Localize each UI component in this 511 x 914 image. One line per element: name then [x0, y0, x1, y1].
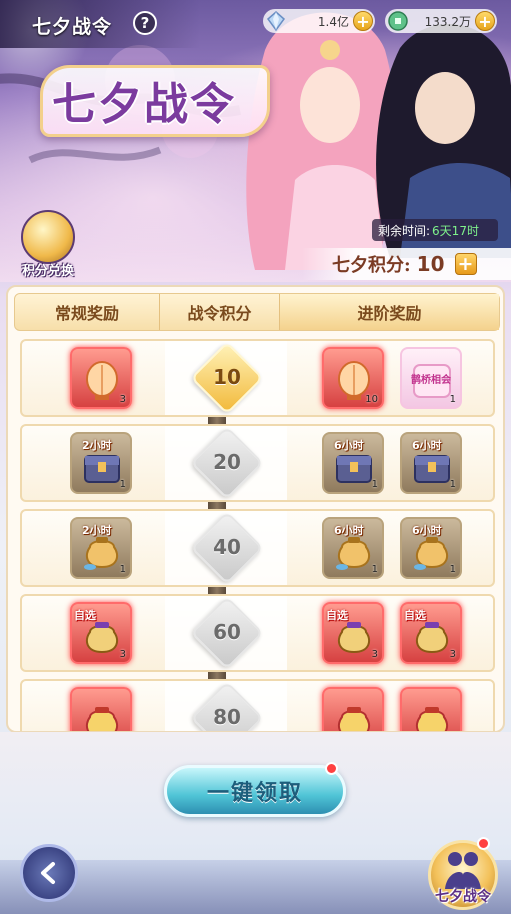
- back-arrow-icon: [41, 862, 55, 884]
- advanced-reward-item[interactable]: 6小时 1: [400, 517, 462, 579]
- item-tag: 自选: [404, 609, 426, 622]
- item-tag: 6小时: [412, 439, 442, 452]
- item-tag: 6小时: [412, 524, 442, 537]
- reward-row: 10 3 10 鹊桥相会 1: [20, 339, 495, 417]
- advanced-reward-item[interactable]: 10: [322, 347, 384, 409]
- item-count: 3: [371, 649, 378, 660]
- add-points-button[interactable]: +: [454, 253, 477, 275]
- points-display: 七夕积分: 10 +: [302, 248, 511, 280]
- item-count: 1: [371, 479, 378, 490]
- column-normal-rewards: 常规奖励: [15, 294, 160, 330]
- currency-diamond: 1.4亿 +: [263, 9, 375, 33]
- item-count: 1: [449, 394, 456, 405]
- red-bag-icon: [85, 707, 119, 731]
- reward-row: 20 2小时 1 6小时 1 6小时 1: [20, 424, 495, 502]
- advanced-reward-item[interactable]: 6小时 1: [322, 517, 384, 579]
- advanced-reward-item[interactable]: 鹊桥相会 1: [400, 347, 462, 409]
- item-count: 10: [365, 394, 378, 405]
- item-count: 1: [371, 564, 378, 575]
- item-tag: 2小时: [82, 439, 112, 452]
- currency-value: 133.2万: [424, 14, 471, 29]
- normal-reward-item[interactable]: [70, 687, 132, 731]
- column-level-points: 战令积分: [160, 294, 280, 330]
- item-name: 鹊桥相会: [411, 375, 451, 386]
- exchange-shop-icon: [21, 210, 75, 264]
- column-header: 常规奖励 战令积分 进阶奖励: [14, 293, 500, 331]
- currency-value: 1.4亿: [317, 14, 349, 29]
- remaining-time: 剩余时间: 6天17时: [372, 219, 498, 241]
- item-tag: 自选: [326, 609, 348, 622]
- item-count: 3: [449, 649, 456, 660]
- help-button[interactable]: ?: [133, 11, 157, 35]
- item-count: 3: [119, 394, 126, 405]
- diamond-icon: [266, 11, 286, 32]
- page-title: 七夕战令: [32, 16, 113, 38]
- reward-panel: 常规奖励 战令积分 进阶奖励 10 3 10 鹊桥相会 1 20 2小时 1 6小时 1 6小时 1…: [6, 285, 505, 733]
- notification-dot: [477, 837, 490, 850]
- normal-reward-item[interactable]: 2小时 1: [70, 432, 132, 494]
- item-count: 1: [119, 479, 126, 490]
- time-label: 剩余时间:: [378, 223, 431, 238]
- level-value: 60: [213, 620, 241, 644]
- reward-row: 60 自选 3 自选 3 自选 3: [20, 594, 495, 672]
- item-tag: 2小时: [82, 524, 112, 537]
- normal-reward-item[interactable]: 3: [70, 347, 132, 409]
- item-count: 1: [449, 564, 456, 575]
- reward-row: 80: [20, 679, 495, 731]
- advanced-reward-item[interactable]: [322, 687, 384, 731]
- column-advanced-rewards: 进阶奖励: [280, 294, 499, 330]
- reward-row: 40 2小时 1 6小时 1 6小时 1: [20, 509, 495, 587]
- normal-reward-item[interactable]: 自选 3: [70, 602, 132, 664]
- item-tag: 6小时: [334, 524, 364, 537]
- notification-dot: [325, 762, 338, 775]
- event-logo: 七夕战令: [52, 79, 236, 130]
- claim-all-label: 一键领取: [206, 780, 303, 806]
- level-value: 20: [213, 450, 241, 474]
- advanced-reward-item[interactable]: 自选 3: [400, 602, 462, 664]
- advanced-reward-item[interactable]: [400, 687, 462, 731]
- advanced-reward-item[interactable]: 6小时 1: [322, 432, 384, 494]
- exchange-label: 积分兑换: [21, 264, 74, 279]
- advanced-reward-item[interactable]: 6小时 1: [400, 432, 462, 494]
- points-value: 10: [416, 252, 445, 276]
- points-exchange-button[interactable]: 积分兑换: [18, 210, 78, 280]
- lantern-icon: [86, 361, 118, 400]
- red-bag-icon: [337, 707, 371, 731]
- item-count: 1: [449, 479, 456, 490]
- normal-reward-item[interactable]: 2小时 1: [70, 517, 132, 579]
- back-button[interactable]: [20, 844, 78, 902]
- jade-coin-icon: [388, 11, 408, 31]
- advanced-reward-item[interactable]: 自选 3: [322, 602, 384, 664]
- level-value: 10: [213, 365, 241, 389]
- red-bag-icon: [415, 707, 449, 731]
- event-banner: 七夕战令 ? 1.4亿 + 133.2万 + 七夕战令 积分兑换 剩余时间: 6…: [0, 0, 511, 282]
- claim-all-button[interactable]: 一键领取: [164, 765, 346, 817]
- item-tag: 自选: [74, 609, 96, 622]
- item-count: 3: [119, 649, 126, 660]
- event-shortcut-label: 七夕战令: [435, 889, 491, 905]
- item-tag: 6小时: [334, 439, 364, 452]
- item-count: 1: [119, 564, 126, 575]
- level-value: 40: [213, 535, 241, 559]
- points-label: 七夕积分:: [332, 255, 411, 276]
- add-jade-button[interactable]: +: [475, 11, 495, 31]
- time-value: 6天17时: [432, 223, 479, 238]
- level-value: 80: [213, 705, 241, 729]
- currency-jade: 133.2万 +: [385, 9, 497, 33]
- add-diamond-button[interactable]: +: [353, 11, 373, 31]
